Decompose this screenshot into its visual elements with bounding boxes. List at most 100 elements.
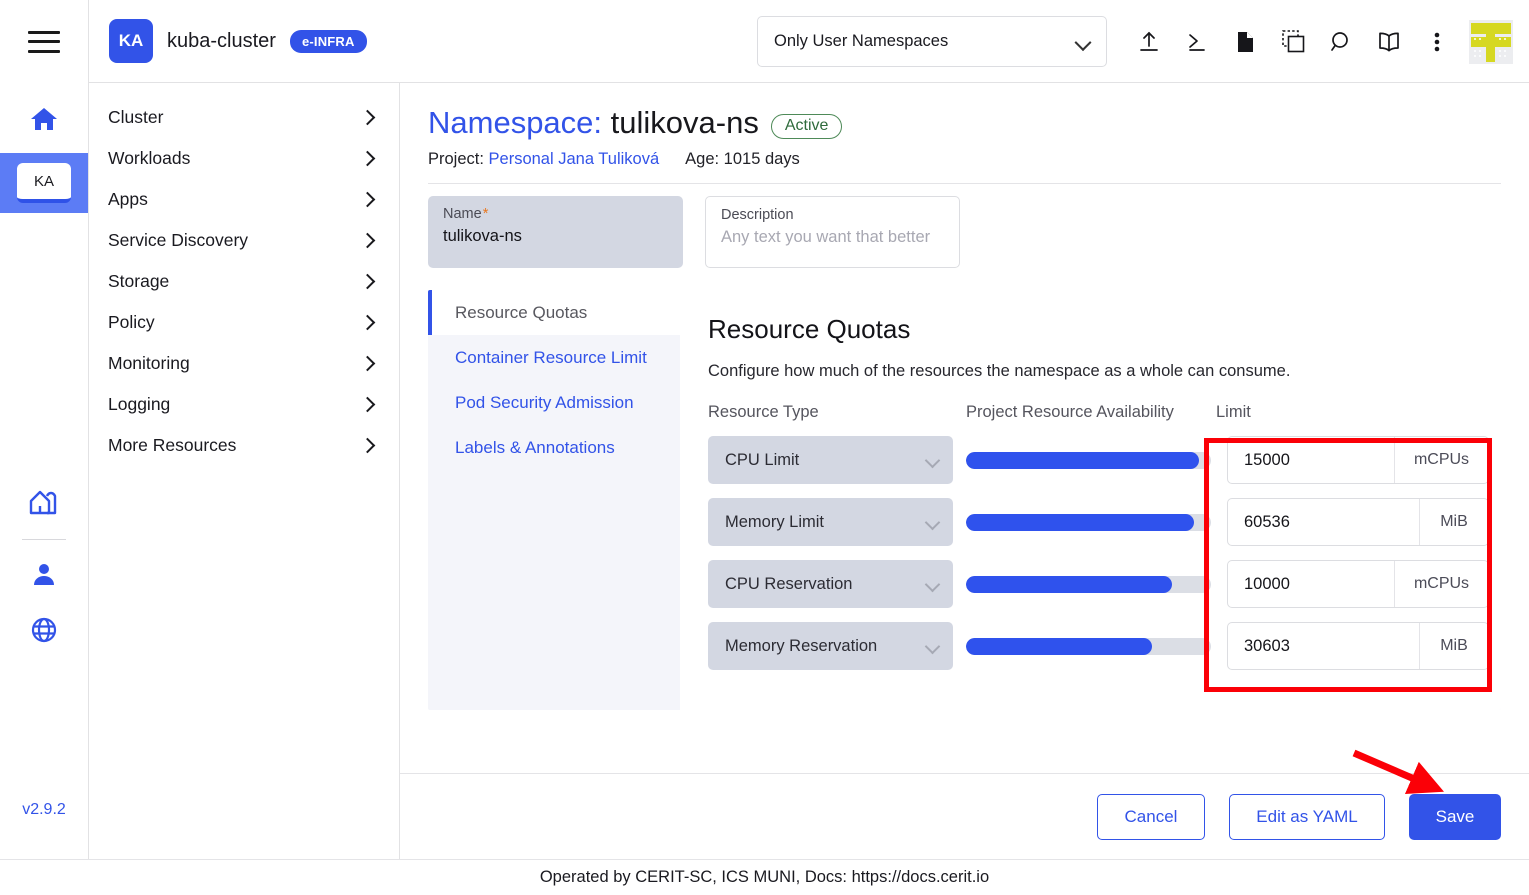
name-field-value: tulikova-ns [443,227,668,246]
tab-pod-security-admission[interactable]: Pod Security Admission [428,380,680,425]
resource-type-label: Memory Limit [725,513,824,532]
user-avatar-logo[interactable] [1469,20,1513,64]
limit-input-memory-reservation[interactable]: 30603 MiB [1227,622,1489,670]
cancel-button[interactable]: Cancel [1097,794,1205,840]
resource-type-select-3[interactable]: Memory Reservation [708,622,953,670]
app-root: KA kuba-cluster e-INFRA Only User Namesp… [0,0,1529,895]
chevron-right-icon [360,356,376,372]
limit-input-cpu-limit[interactable]: 15000 mCPUs [1227,436,1489,484]
file-icon[interactable] [1221,18,1269,66]
availability-bar-3 [953,638,1211,655]
user-icon[interactable] [0,546,88,602]
sidebar-item-service-discovery[interactable]: Service Discovery [89,220,399,261]
limit-unit: MiB [1419,623,1488,669]
hamburger-icon[interactable] [28,31,60,53]
limit-unit: mCPUs [1394,561,1488,607]
tab-container-resource-limit[interactable]: Container Resource Limit [428,335,680,380]
sidebar-item-workloads[interactable]: Workloads [89,138,399,179]
cluster-avatar: KA [109,19,153,63]
page-title-row: Namespace: tulikova-ns Active [428,105,1501,142]
top-row: KA kuba-cluster e-INFRA Only User Namesp… [0,0,1529,83]
resource-type-select-1[interactable]: Memory Limit [708,498,953,546]
bar-track [966,452,1211,469]
quota-table-header: Resource Type Project Resource Availabil… [708,403,1473,422]
nav-label: Workloads [108,148,190,169]
tab-list: Resource Quotas Container Resource Limit… [428,290,680,710]
tab-label: Pod Security Admission [455,393,634,413]
bar-fill [966,638,1152,655]
bar-track [966,576,1211,593]
nav-label: Apps [108,189,148,210]
app-header: KA kuba-cluster e-INFRA Only User Namesp… [88,0,1529,83]
project-link[interactable]: Personal Jana Tuliková [489,150,660,168]
limit-value[interactable]: 10000 [1228,561,1394,607]
rail-divider [22,539,66,540]
description-field[interactable]: Description Any text you want that bette… [705,196,960,268]
cluster-manager-icon[interactable] [0,473,88,529]
bar-fill [966,514,1194,531]
panel-title: Resource Quotas [708,314,1473,345]
divider [428,183,1501,184]
nav-label: Monitoring [108,353,190,374]
resource-type-select-0[interactable]: CPU Limit [708,436,953,484]
limit-unit: MiB [1419,499,1488,545]
tab-label: Resource Quotas [455,303,587,323]
edit-as-yaml-button[interactable]: Edit as YAML [1229,794,1385,840]
bar-track [966,514,1211,531]
limit-value[interactable]: 30603 [1228,623,1419,669]
nav-label: More Resources [108,435,236,456]
sidebar-item-cluster-ka[interactable]: KA [0,153,88,213]
chevron-down-icon [926,519,939,526]
tab-label: Labels & Annotations [455,438,615,458]
kebab-menu-icon[interactable] [1413,18,1461,66]
save-button[interactable]: Save [1409,794,1501,840]
kubectl-shell-icon[interactable] [1173,18,1221,66]
name-field-label: Name* [443,206,668,222]
panel-description: Configure how much of the resources the … [708,362,1473,381]
limit-value[interactable]: 60536 [1228,499,1419,545]
tab-labels-annotations[interactable]: Labels & Annotations [428,425,680,470]
nav-label: Policy [108,312,155,333]
cluster-chip-label: KA [17,163,71,203]
chevron-right-icon [360,192,376,208]
cluster-name: kuba-cluster [167,30,276,53]
docs-book-icon[interactable] [1365,18,1413,66]
table-row: Memory Limit 60536 [708,498,1473,546]
home-icon[interactable] [0,91,88,147]
namespace-fields: Name* tulikova-ns Description Any text y… [428,196,1501,268]
name-field[interactable]: Name* tulikova-ns [428,196,683,268]
import-yaml-icon[interactable] [1269,18,1317,66]
brand[interactable]: KA kuba-cluster e-INFRA [109,19,367,63]
globe-icon[interactable] [0,602,88,658]
tab-resource-quotas[interactable]: Resource Quotas [428,290,680,335]
required-marker: * [483,206,489,222]
footer-strip: Operated by CERIT-SC, ICS MUNI, Docs: ht… [0,859,1529,895]
sidebar-item-apps[interactable]: Apps [89,179,399,220]
sidebar-item-policy[interactable]: Policy [89,302,399,343]
sidebar-item-cluster[interactable]: Cluster [89,97,399,138]
limit-input-memory-limit[interactable]: 60536 MiB [1227,498,1489,546]
resource-type-select-2[interactable]: CPU Reservation [708,560,953,608]
chevron-right-icon [360,397,376,413]
sidebar-item-storage[interactable]: Storage [89,261,399,302]
body-row: KA [0,83,1529,859]
limit-cell-2: 10000 mCPUs [1211,560,1489,608]
limit-cell-1: 60536 MiB [1211,498,1489,546]
chevron-right-icon [360,151,376,167]
page-title-prefix: Namespace: [428,105,602,140]
search-icon[interactable] [1317,18,1365,66]
rail-header [0,0,88,83]
sidebar-item-monitoring[interactable]: Monitoring [89,343,399,384]
project-info: Project: Personal Jana Tuliková [428,150,659,169]
nav-label: Service Discovery [108,230,248,251]
limit-value[interactable]: 15000 [1228,437,1394,483]
tab-label: Container Resource Limit [455,348,647,368]
upload-icon[interactable] [1125,18,1173,66]
chevron-right-icon [360,233,376,249]
page-subtitle: Project: Personal Jana Tuliková Age: 101… [428,150,1501,169]
sidebar-item-more-resources[interactable]: More Resources [89,425,399,466]
namespace-filter-select[interactable]: Only User Namespaces [757,16,1107,67]
name-label-text: Name [443,206,482,222]
limit-input-cpu-reservation[interactable]: 10000 mCPUs [1227,560,1489,608]
sidebar-item-logging[interactable]: Logging [89,384,399,425]
